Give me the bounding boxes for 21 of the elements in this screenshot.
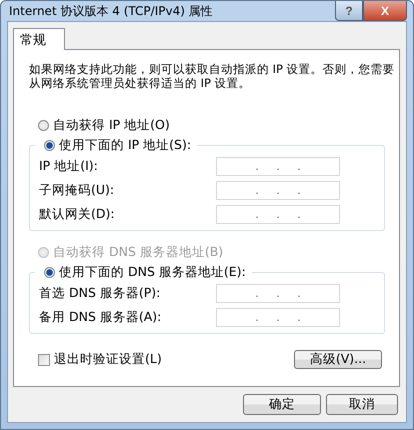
field-label: 子网掩码(U): [39,182,114,199]
radio-option[interactable]: 自动获得 IP 地址(O) [29,115,170,135]
ok-button[interactable]: 确定 [243,394,321,415]
advanced-button[interactable]: 高级(V)... [294,350,382,369]
ip-address-field[interactable]: . . . [216,205,340,224]
field-label: 备用 DNS 服务器(A): [39,309,162,326]
ip-address-field[interactable]: . . . [216,308,340,327]
field-label: 默认网关(D): [39,206,115,223]
description-text: 如果网络支持此功能，则可以获取自动指派的 IP 设置。否则，您需要从网络系统管理员处获得适当的 IP 设置。 [29,62,396,90]
help-button[interactable]: ? [335,1,363,21]
field-label: IP 地址(I): [39,158,98,175]
window-title: Internet 协议版本 4 (TCP/IPv4) 属性 [8,2,213,20]
validate-checkbox[interactable]: 退出时验证设置(L) [38,351,162,368]
ip-address-field[interactable]: . . . [216,181,340,200]
radio-option[interactable]: 使用下面的 IP 地址(S): [35,135,192,155]
ip-address-field[interactable]: . . . [216,284,340,303]
field-label: 首选 DNS 服务器(P): [39,285,160,302]
cancel-button[interactable]: 取消 [326,394,398,415]
radio-option[interactable]: 使用下面的 DNS 服务器地址(E): [35,262,246,282]
ip-address-field[interactable]: . . . [216,157,340,176]
tab[interactable]: 常规 [13,28,65,50]
